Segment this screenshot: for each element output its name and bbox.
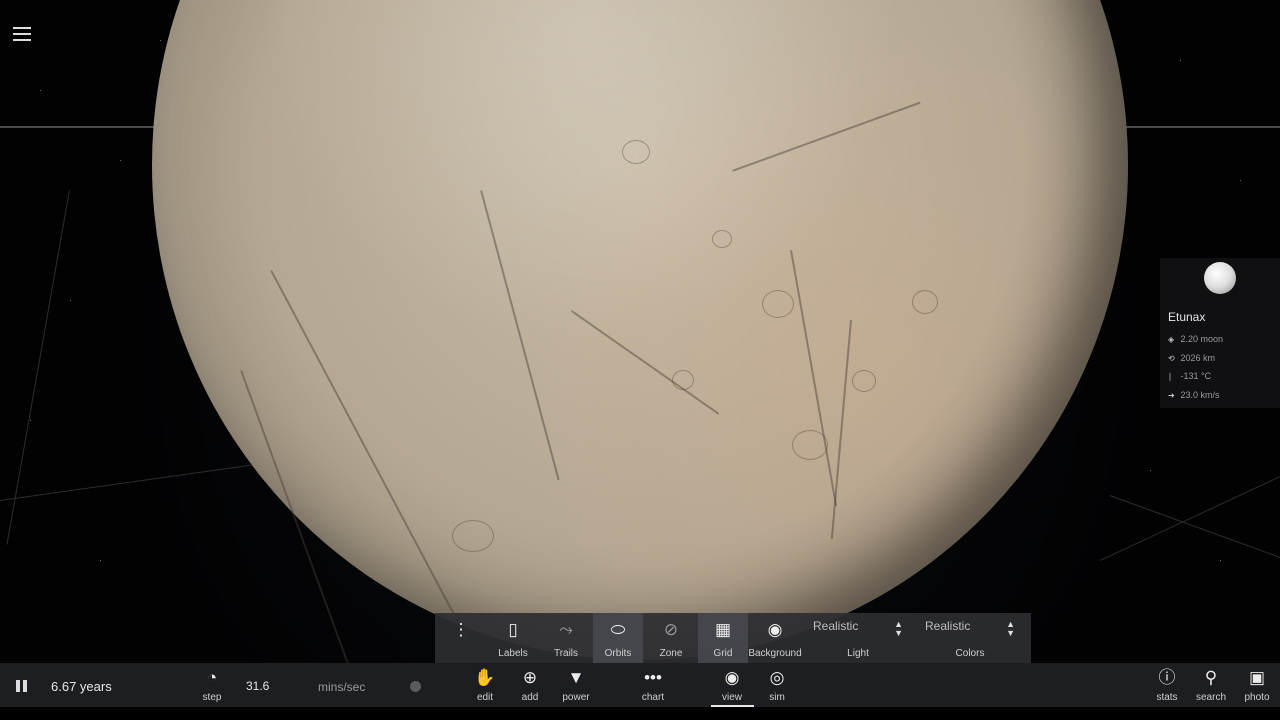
eye-icon: ◉	[724, 668, 740, 687]
stats-button[interactable]: ⓘ stats	[1151, 663, 1183, 707]
light-label: Light	[847, 648, 869, 659]
bottom-toolbar: 6.67 years ◔ step 31.6 mins/sec ✋ edit ⊕…	[0, 663, 1280, 707]
speed-slider-handle[interactable]	[410, 681, 421, 692]
orbits-icon: ⬭	[610, 620, 626, 639]
sim-button[interactable]: ◎ sim	[760, 663, 794, 707]
info-icon: ⓘ	[1158, 668, 1176, 687]
vertical-dots-icon: ⋮	[452, 620, 470, 639]
select-arrows-icon: ▲ ▼	[1006, 619, 1015, 638]
toggle-grid-button[interactable]: ▦ Grid	[698, 613, 748, 663]
simulation-time: 6.67 years	[51, 679, 112, 694]
camera-icon: ▣	[1248, 668, 1266, 687]
add-button[interactable]: ⊕ add	[514, 663, 546, 707]
hamburger-menu-icon[interactable]	[13, 27, 31, 43]
search-icon: ⚲	[1204, 668, 1218, 687]
toggle-orbits-button[interactable]: ⬭ Orbits	[593, 613, 643, 663]
colors-mode-select[interactable]: Realistic ▲ ▼	[925, 619, 1015, 641]
trails-icon: ⤳	[559, 620, 573, 639]
sim-icon: ◎	[769, 668, 785, 687]
step-button[interactable]: ◔ step	[196, 663, 228, 707]
speed-value: 31.6	[246, 679, 270, 693]
label-tag-icon: ▯	[508, 620, 518, 639]
select-arrows-icon: ▲ ▼	[894, 619, 903, 638]
toggle-background-button[interactable]: ◉ Background	[748, 613, 802, 663]
step-dial-icon: ◔	[206, 668, 218, 687]
stat-temperature: ∣ -131 °C	[1168, 371, 1212, 381]
toggle-labels-button[interactable]: ▯ Labels	[488, 613, 538, 663]
stat-mass: ◈ 2.20 moon	[1168, 334, 1224, 344]
power-icon: ▼	[567, 668, 585, 687]
body-thumbnail	[1204, 262, 1236, 294]
stat-radius: ⟲ 2026 km	[1168, 353, 1216, 363]
colors-label: Colors	[955, 648, 985, 659]
chart-button[interactable]: ••• chart	[636, 663, 670, 707]
temperature-icon: ∣	[1168, 372, 1172, 381]
palette-icon: ◉	[767, 620, 783, 639]
body-name: Etunax	[1168, 310, 1206, 324]
light-mode-select[interactable]: Realistic ▲ ▼	[813, 619, 903, 641]
toggle-zone-button[interactable]: ⊘ Zone	[646, 613, 696, 663]
radius-icon: ⟲	[1168, 354, 1175, 363]
zone-icon: ⊘	[663, 620, 679, 639]
search-button[interactable]: ⚲ search	[1195, 663, 1227, 707]
space-background[interactable]	[0, 0, 1280, 720]
chart-icon: •••	[644, 668, 662, 687]
planet-etunax[interactable]	[152, 0, 1128, 709]
power-button[interactable]: ▼ power	[559, 663, 593, 707]
toggle-trails-button[interactable]: ⤳ Trails	[541, 613, 591, 663]
photo-button[interactable]: ▣ photo	[1240, 663, 1274, 707]
more-options-button[interactable]: ⋮	[449, 613, 473, 663]
selected-body-panel[interactable]: Etunax ◈ 2.20 moon ⟲ 2026 km ∣ -131 °C ➜…	[1160, 258, 1280, 408]
grid-icon: ▦	[714, 620, 732, 639]
velocity-icon: ➜	[1168, 391, 1175, 400]
view-options-toolbar: ⋮ ▯ Labels ⤳ Trails ⬭ Orbits ⊘ Zone ▦ Gr…	[435, 613, 1031, 663]
mass-icon: ◈	[1168, 335, 1175, 344]
pause-button[interactable]	[16, 680, 28, 692]
edit-button[interactable]: ✋ edit	[469, 663, 501, 707]
add-circle-icon: ⊕	[522, 668, 538, 687]
hand-icon: ✋	[474, 668, 496, 687]
screen-bottom-edge	[0, 707, 1280, 720]
view-button[interactable]: ◉ view	[715, 663, 749, 707]
speed-unit: mins/sec	[318, 680, 366, 694]
stat-velocity: ➜ 23.0 km/s	[1168, 390, 1220, 400]
